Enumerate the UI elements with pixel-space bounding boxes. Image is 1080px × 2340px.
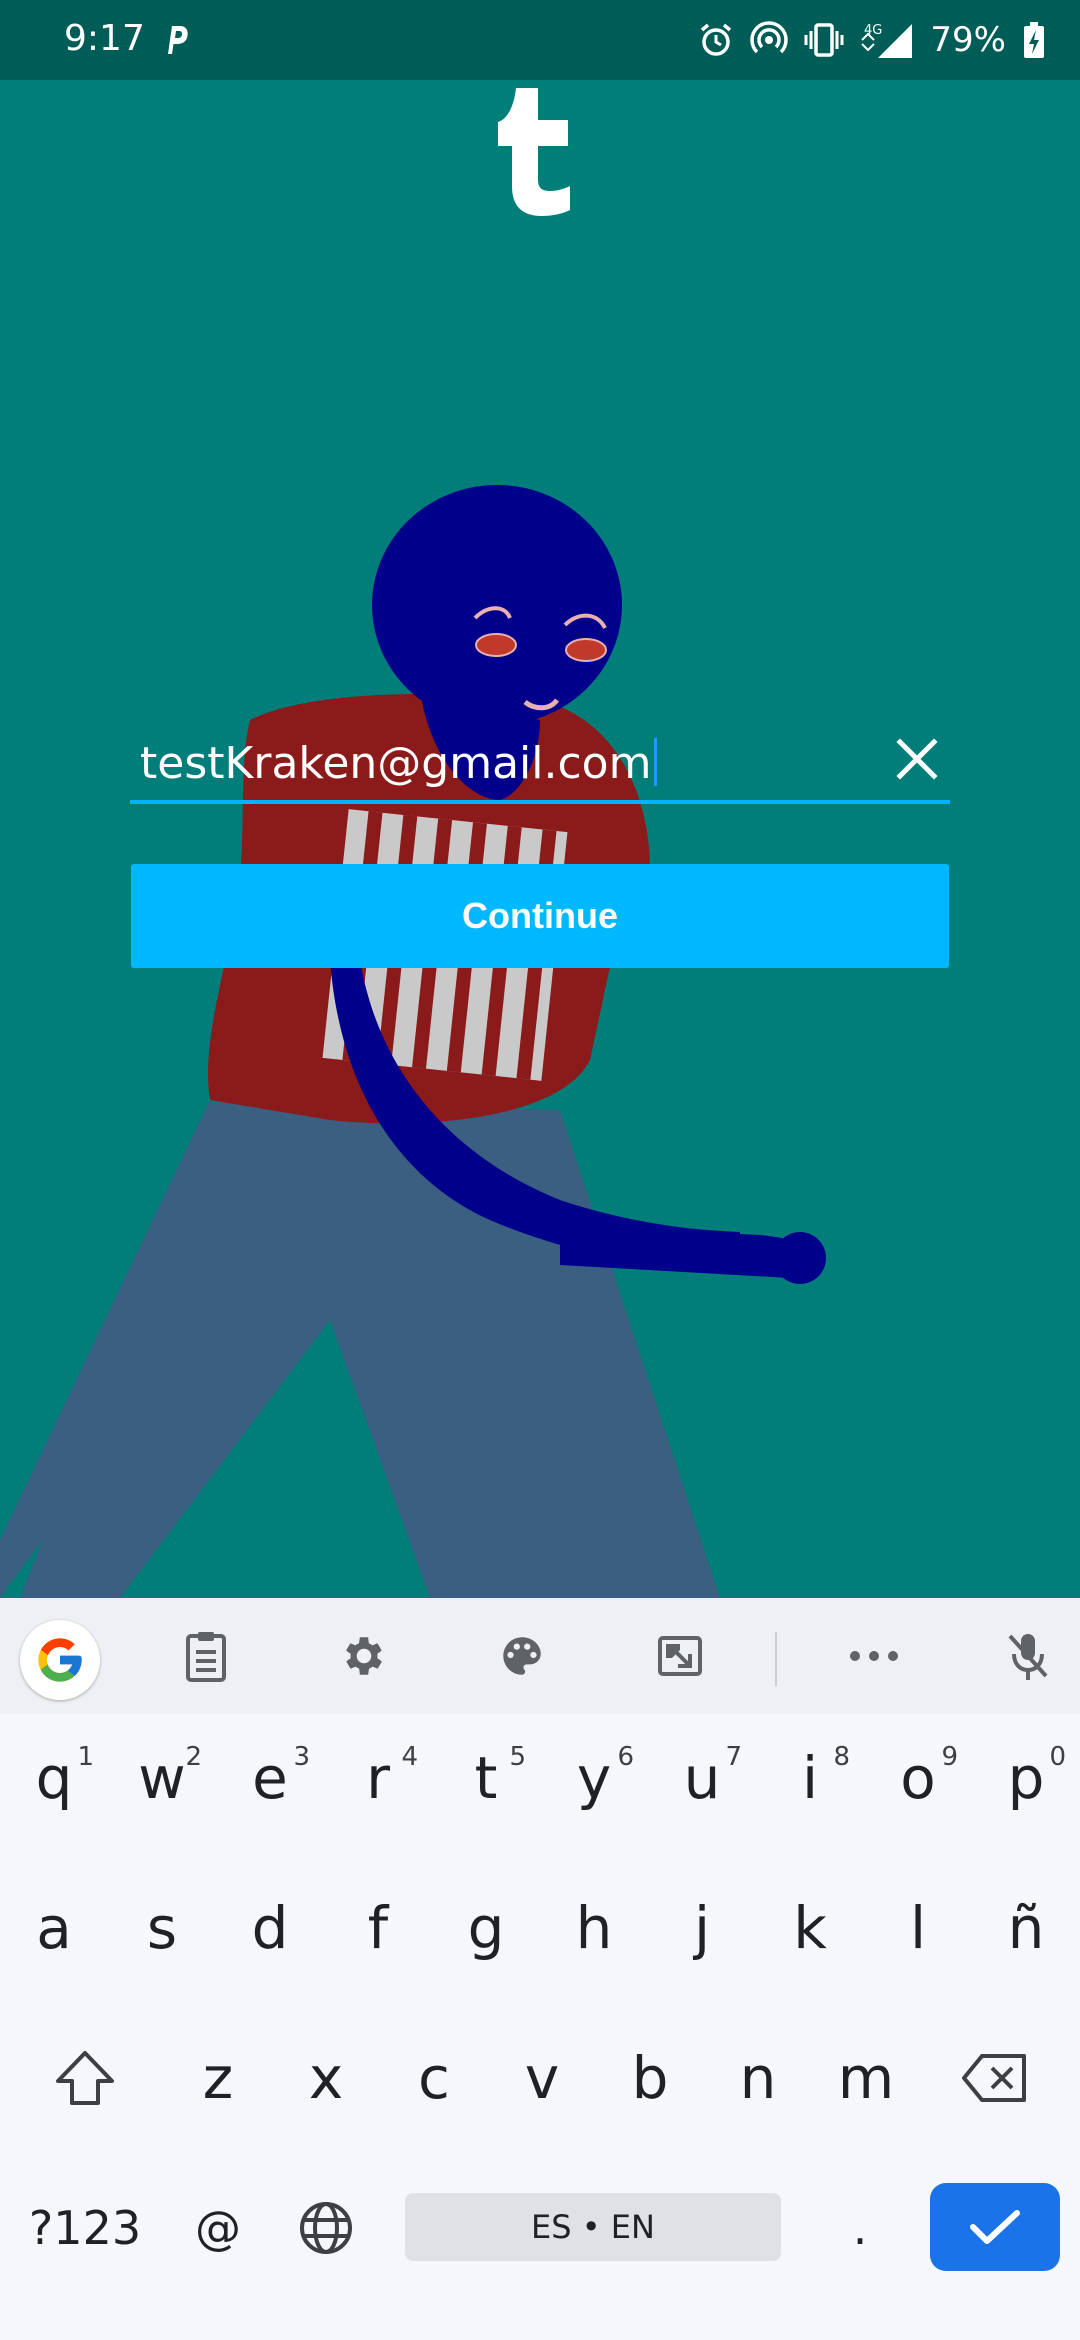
period-key[interactable]: . (806, 2168, 914, 2288)
key-e[interactable]: e3 (216, 1718, 324, 1838)
key-a[interactable]: a (0, 1868, 108, 1988)
symbols-key[interactable]: ?123 (20, 2168, 150, 2288)
key-k[interactable]: k (756, 1868, 864, 1988)
key-o[interactable]: o9 (864, 1718, 972, 1838)
key-z[interactable]: z (164, 2018, 272, 2138)
key-x[interactable]: x (272, 2018, 380, 2138)
backspace-icon (962, 2054, 1026, 2102)
toolbar-divider (775, 1632, 777, 1686)
status-bar: 9:17 4G 79% (0, 0, 1080, 80)
clear-button[interactable] (894, 736, 940, 782)
tumblr-logo (498, 88, 570, 216)
at-key[interactable]: @ (164, 2168, 272, 2288)
key-b[interactable]: b (596, 2018, 704, 2138)
keyboard: q1 w2 e3 r4 t5 y6 u7 i8 o9 p0 a s d f g … (0, 1598, 1080, 2340)
key-v[interactable]: v (488, 2018, 596, 2138)
key-s[interactable]: s (108, 1868, 216, 1988)
key-m[interactable]: m (812, 2018, 920, 2138)
key-f[interactable]: f (324, 1868, 432, 1988)
key-d[interactable]: d (216, 1868, 324, 1988)
backspace-key[interactable] (930, 2018, 1060, 2138)
vibrate-icon (804, 21, 844, 59)
email-value: testKraken@gmail.com (140, 738, 652, 789)
status-time: 9:17 (64, 18, 145, 59)
shift-key[interactable] (20, 2018, 150, 2138)
signal-icon: 4G (860, 20, 914, 60)
key-g[interactable]: g (432, 1868, 540, 1988)
parking-icon (160, 20, 190, 60)
enter-key[interactable] (930, 2183, 1060, 2271)
key-p[interactable]: p0 (972, 1718, 1080, 1838)
key-u[interactable]: u7 (648, 1718, 756, 1838)
key-l[interactable]: l (864, 1868, 972, 1988)
key-j[interactable]: j (648, 1868, 756, 1988)
battery-charging-icon (1022, 20, 1046, 60)
close-icon (896, 738, 938, 780)
shift-icon (56, 2051, 114, 2105)
space-bar[interactable]: ES • EN (405, 2193, 781, 2261)
key-n-tilde[interactable]: ñ (972, 1868, 1080, 1988)
battery-percent: 79% (930, 20, 1006, 60)
key-i[interactable]: i8 (756, 1718, 864, 1838)
text-cursor (654, 738, 658, 786)
key-w[interactable]: w2 (108, 1718, 216, 1838)
background-illustration (0, 80, 1080, 1598)
email-field[interactable]: testKraken@gmail.com (130, 718, 950, 804)
alarm-icon (698, 22, 734, 58)
checkmark-icon (970, 2210, 1020, 2244)
key-n[interactable]: n (704, 2018, 812, 2138)
more-icon[interactable] (842, 1624, 906, 1688)
key-r[interactable]: r4 (324, 1718, 432, 1838)
keyboard-toolbar (0, 1598, 1080, 1714)
key-c[interactable]: c (380, 2018, 488, 2138)
key-q[interactable]: q1 (0, 1718, 108, 1838)
language-key[interactable] (272, 2168, 380, 2288)
continue-button[interactable]: Continue (131, 864, 949, 968)
palette-icon[interactable] (490, 1624, 554, 1688)
google-icon[interactable] (20, 1620, 100, 1700)
globe-icon (300, 2202, 352, 2254)
mic-off-icon[interactable] (996, 1624, 1060, 1688)
clipboard-icon[interactable] (174, 1624, 238, 1688)
key-y[interactable]: y6 (540, 1718, 648, 1838)
settings-icon[interactable] (332, 1624, 396, 1688)
key-h[interactable]: h (540, 1868, 648, 1988)
key-t[interactable]: t5 (432, 1718, 540, 1838)
hotspot-icon (750, 21, 789, 59)
resize-icon[interactable] (648, 1624, 712, 1688)
